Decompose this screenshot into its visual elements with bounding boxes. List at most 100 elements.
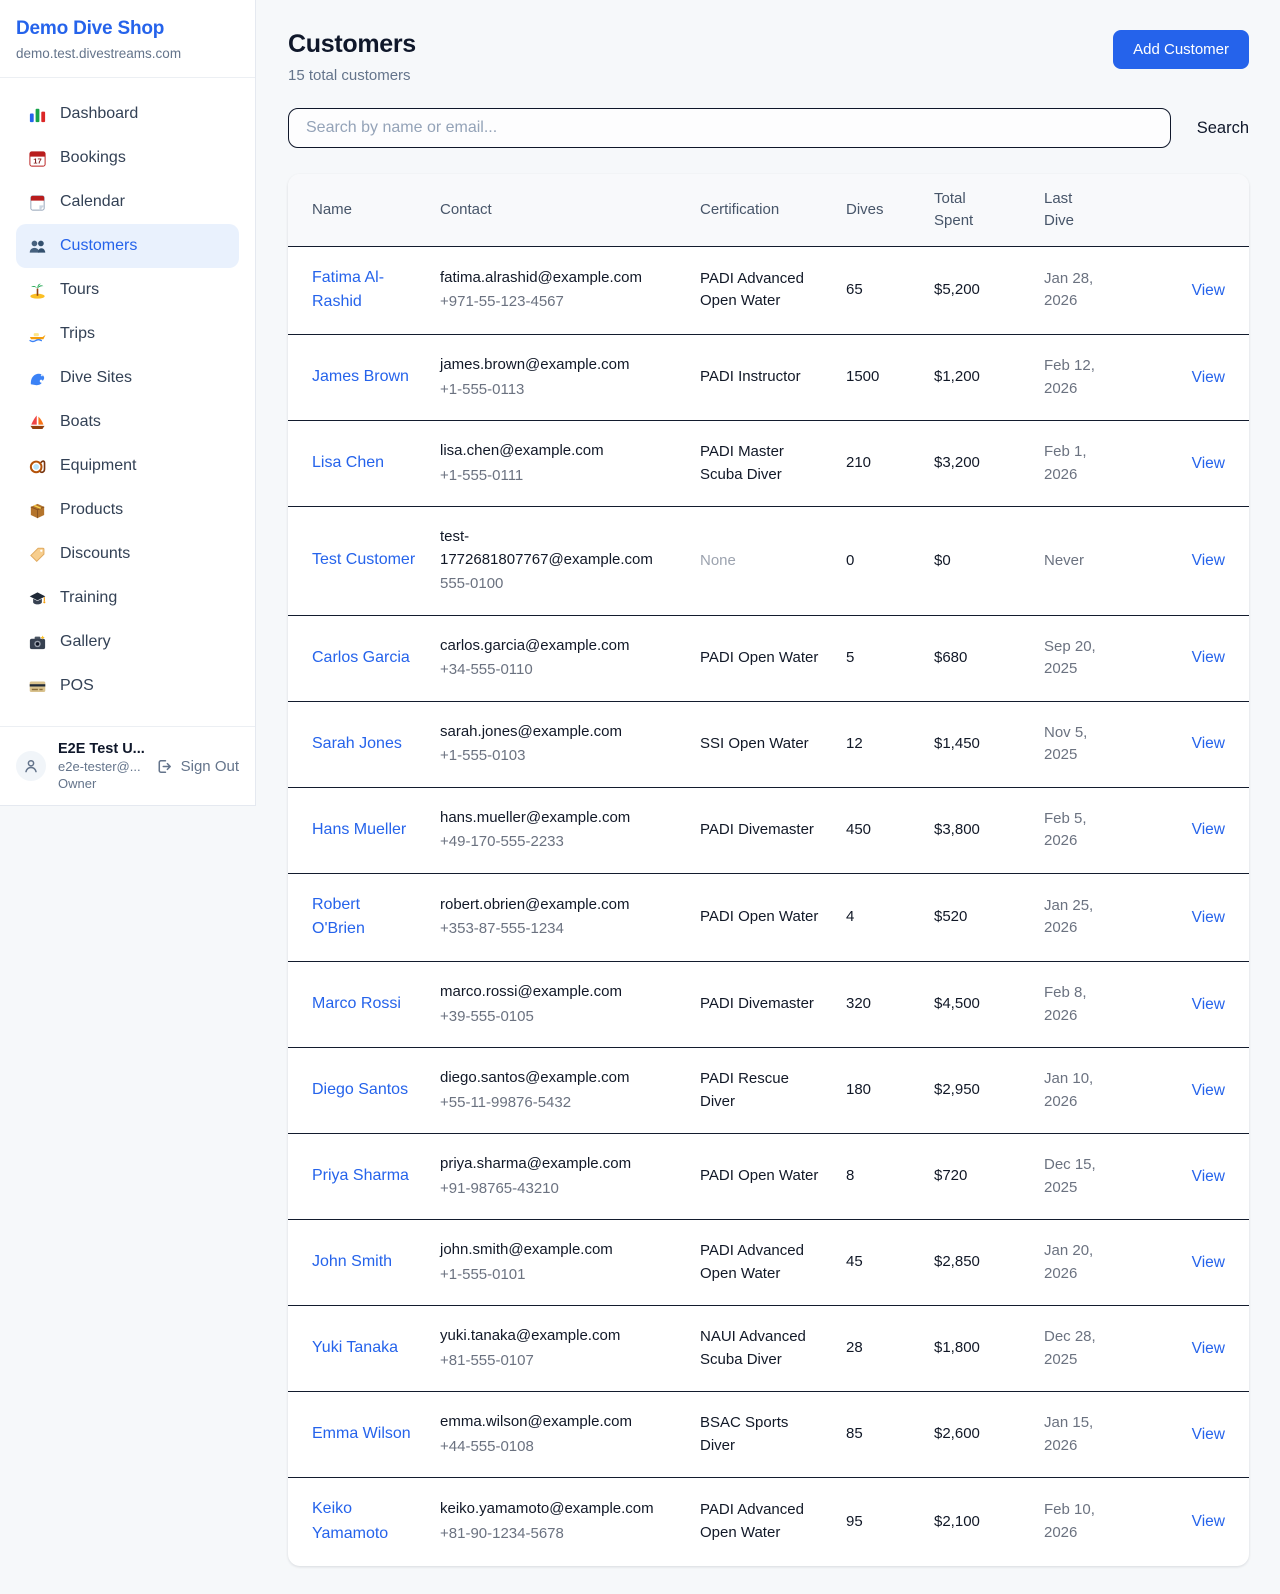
calendar-icon <box>28 193 47 212</box>
customer-last-dive: Nov 5, 2025 <box>1032 701 1122 787</box>
customer-total-spent: $2,850 <box>922 1220 1032 1306</box>
customer-name-link[interactable]: Test Customer <box>312 551 415 568</box>
user-email: e2e-tester@... <box>58 759 143 774</box>
sidebar-item-training[interactable]: Training <box>16 576 239 620</box>
view-link[interactable]: View <box>1192 649 1225 666</box>
customer-name-link[interactable]: Lisa Chen <box>312 454 384 471</box>
customer-name-link[interactable]: Keiko Yamamoto <box>312 1500 388 1542</box>
table-row: Diego Santosdiego.santos@example.com+55-… <box>288 1048 1249 1134</box>
customer-email: keiko.yamamoto@example.com <box>440 1498 676 1521</box>
bookings-calendar-icon: 17 <box>28 149 47 168</box>
sidebar-item-tours[interactable]: Tours <box>16 268 239 312</box>
add-customer-button[interactable]: Add Customer <box>1113 30 1249 69</box>
customer-phone: +39-555-0105 <box>440 1006 676 1029</box>
customer-contact: carlos.garcia@example.com+34-555-0110 <box>428 615 688 701</box>
customer-name-link[interactable]: Diego Santos <box>312 1081 408 1098</box>
sidebar-item-pos[interactable]: POS <box>16 664 239 708</box>
customer-contact: fatima.alrashid@example.com+971-55-123-4… <box>428 246 688 335</box>
tours-island-icon <box>28 281 47 300</box>
customer-email: hans.mueller@example.com <box>440 807 676 830</box>
customer-phone: +1-555-0111 <box>440 465 676 488</box>
sidebar-item-calendar[interactable]: Calendar <box>16 180 239 224</box>
customer-email: john.smith@example.com <box>440 1239 676 1262</box>
view-link[interactable]: View <box>1192 455 1225 472</box>
sidebar-item-customers[interactable]: Customers <box>16 224 239 268</box>
view-link[interactable]: View <box>1192 1340 1225 1357</box>
table-row: Keiko Yamamoto keiko.yamamoto@example.com… <box>288 1478 1249 1566</box>
customer-name-link[interactable]: Yuki Tanaka <box>312 1339 398 1356</box>
customer-contact: priya.sharma@example.com+91-98765-43210 <box>428 1134 688 1220</box>
trips-boat-icon <box>28 325 47 344</box>
customer-total-spent: $1,200 <box>922 335 1032 421</box>
sidebar-item-dive-sites[interactable]: Dive Sites <box>16 356 239 400</box>
customer-contact: keiko.yamamoto@example.com+81-90-1234-56… <box>428 1478 688 1566</box>
customer-name-link[interactable]: Hans Mueller <box>312 821 406 838</box>
column-header: Dives <box>834 174 922 246</box>
user-info: E2E Test U... e2e-tester@... Owner <box>58 741 143 791</box>
table-row: John Smithjohn.smith@example.com+1-555-0… <box>288 1220 1249 1306</box>
customer-name-link[interactable]: Carlos Garcia <box>312 649 410 666</box>
customer-contact: sarah.jones@example.com+1-555-0103 <box>428 701 688 787</box>
customer-name-link[interactable]: James Brown <box>312 368 409 385</box>
view-link[interactable]: View <box>1192 1082 1225 1099</box>
table-row: Marco Rossimarco.rossi@example.com+39-55… <box>288 962 1249 1048</box>
shop-name[interactable]: Demo Dive Shop <box>16 18 239 40</box>
table-row: Lisa Chen lisa.chen@example.com+1-555-011… <box>288 421 1249 507</box>
customer-certification: None <box>688 507 834 616</box>
customer-name-link[interactable]: Marco Rossi <box>312 995 401 1012</box>
view-link[interactable]: View <box>1192 1254 1225 1271</box>
customer-count: 15 total customers <box>288 67 416 84</box>
customer-name-link[interactable]: Priya Sharma <box>312 1167 409 1184</box>
sidebar-item-products[interactable]: Products <box>16 488 239 532</box>
table-row: Robert O'Brienrobert.obrien@example.com+… <box>288 873 1249 962</box>
view-link[interactable]: View <box>1192 282 1225 299</box>
view-link[interactable]: View <box>1192 552 1225 569</box>
sidebar-item-label: Trips <box>60 325 95 343</box>
customer-name-link[interactable]: Emma Wilson <box>312 1425 411 1442</box>
sidebar-item-trips[interactable]: Trips <box>16 312 239 356</box>
sidebar-item-dashboard[interactable]: Dashboard <box>16 92 239 136</box>
customer-email: lisa.chen@example.com <box>440 440 676 463</box>
customer-name-link[interactable]: Fatima Al-Rashid <box>312 269 384 311</box>
customer-dives: 1500 <box>834 335 922 421</box>
view-link[interactable]: View <box>1192 1426 1225 1443</box>
customer-name-link[interactable]: John Smith <box>312 1253 392 1270</box>
view-link[interactable]: View <box>1192 369 1225 386</box>
sidebar: Demo Dive Shop demo.test.divestreams.com… <box>0 0 256 806</box>
search-button[interactable]: Search <box>1171 119 1249 138</box>
dive-sites-wave-icon <box>28 369 47 388</box>
table-row: Fatima Al-Rashid fatima.alrashid@example.… <box>288 246 1249 335</box>
view-link[interactable]: View <box>1192 996 1225 1013</box>
customer-dives: 65 <box>834 246 922 335</box>
customer-last-dive: Jan 28, 2026 <box>1032 246 1122 335</box>
search-input[interactable] <box>288 108 1171 148</box>
sidebar-item-boats[interactable]: Boats <box>16 400 239 444</box>
sidebar-item-bookings[interactable]: 17Bookings <box>16 136 239 180</box>
customer-total-spent: $720 <box>922 1134 1032 1220</box>
column-header <box>1122 174 1249 246</box>
customer-certification: SSI Open Water <box>688 701 834 787</box>
customer-phone: +55-11-99876-5432 <box>440 1092 676 1115</box>
view-link[interactable]: View <box>1192 821 1225 838</box>
view-link[interactable]: View <box>1192 1168 1225 1185</box>
sidebar-item-gallery[interactable]: Gallery <box>16 620 239 664</box>
main-content: Customers 15 total customers Add Custome… <box>256 0 1280 1594</box>
customer-certification: NAUI Advanced Scuba Diver <box>688 1306 834 1392</box>
sidebar-item-discounts[interactable]: Discounts <box>16 532 239 576</box>
sidebar-item-label: Tours <box>60 281 99 299</box>
customer-last-dive: Feb 12, 2026 <box>1032 335 1122 421</box>
customer-contact: test-1772681807767@example.com555-0100 <box>428 507 688 616</box>
sidebar-item-equipment[interactable]: Equipment <box>16 444 239 488</box>
customer-name-link[interactable]: Robert O'Brien <box>312 896 365 938</box>
customer-dives: 5 <box>834 615 922 701</box>
customer-name-link[interactable]: Sarah Jones <box>312 735 402 752</box>
sidebar-item-label: Equipment <box>60 457 137 475</box>
view-link[interactable]: View <box>1192 909 1225 926</box>
view-link[interactable]: View <box>1192 1513 1225 1530</box>
column-header: Last Dive <box>1032 174 1122 246</box>
sign-out-button[interactable]: Sign Out <box>155 757 239 776</box>
table-row: Test Customer test-1772681807767@example.… <box>288 507 1249 616</box>
products-box-icon <box>28 501 47 520</box>
view-link[interactable]: View <box>1192 735 1225 752</box>
customer-certification: PADI Open Water <box>688 615 834 701</box>
